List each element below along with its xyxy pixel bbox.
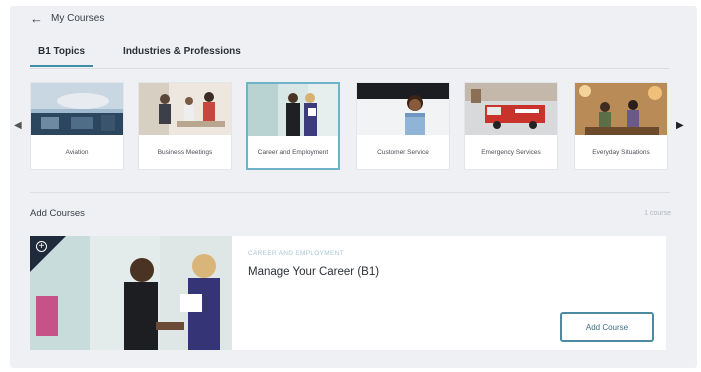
course-title: Manage Your Career (B1)	[248, 266, 380, 278]
topic-card-label: Business Meetings	[157, 149, 213, 156]
topic-card-label: Everyday Situations	[592, 149, 650, 156]
add-courses-heading: Add Courses	[30, 208, 85, 219]
tab-divider	[30, 68, 670, 69]
back-label: My Courses	[51, 13, 105, 24]
aviation-image	[31, 83, 123, 135]
topic-card-label: Customer Service	[377, 149, 429, 156]
career-employment-image	[248, 84, 338, 136]
tab-b1-topics[interactable]: B1 Topics	[30, 46, 94, 67]
business-meetings-image	[139, 83, 231, 135]
topic-tabs: B1 Topics Industries & Professions	[30, 46, 249, 67]
topic-card-business-meetings[interactable]: Business Meetings	[138, 82, 232, 170]
topic-card-label: Career and Employment	[257, 149, 329, 156]
topic-card-emergency-services[interactable]: Emergency Services	[464, 82, 558, 170]
section-divider	[30, 192, 670, 193]
topic-card-customer-service[interactable]: Customer Service	[356, 82, 450, 170]
course-card: + CAREER AND EMPLOYMENT Manage Your Care…	[30, 236, 666, 350]
course-count: 1 course	[644, 210, 671, 217]
add-course-button[interactable]: Add Course	[560, 312, 654, 342]
chevron-left-icon[interactable]: ◀	[14, 120, 22, 131]
customer-service-image	[357, 83, 449, 135]
everyday-situations-image	[575, 83, 667, 135]
topic-card-everyday-situations[interactable]: Everyday Situations	[574, 82, 668, 170]
badge-corner	[30, 236, 66, 272]
plus-circle-icon[interactable]: +	[36, 241, 47, 252]
emergency-services-image	[465, 83, 557, 135]
topic-card-aviation[interactable]: Aviation	[30, 82, 124, 170]
topic-card-label: Emergency Services	[481, 149, 541, 156]
course-category: CAREER AND EMPLOYMENT	[248, 250, 344, 257]
back-link[interactable]: ← My Courses	[30, 10, 105, 26]
topic-card-label: Aviation	[65, 149, 89, 156]
topic-card-career-employment[interactable]: Career and Employment	[246, 82, 340, 170]
arrow-left-icon: ←	[30, 10, 43, 26]
tab-industries-professions[interactable]: Industries & Professions	[115, 46, 249, 67]
course-hero-image: +	[30, 236, 232, 350]
chevron-right-icon[interactable]: ▶	[676, 120, 684, 131]
